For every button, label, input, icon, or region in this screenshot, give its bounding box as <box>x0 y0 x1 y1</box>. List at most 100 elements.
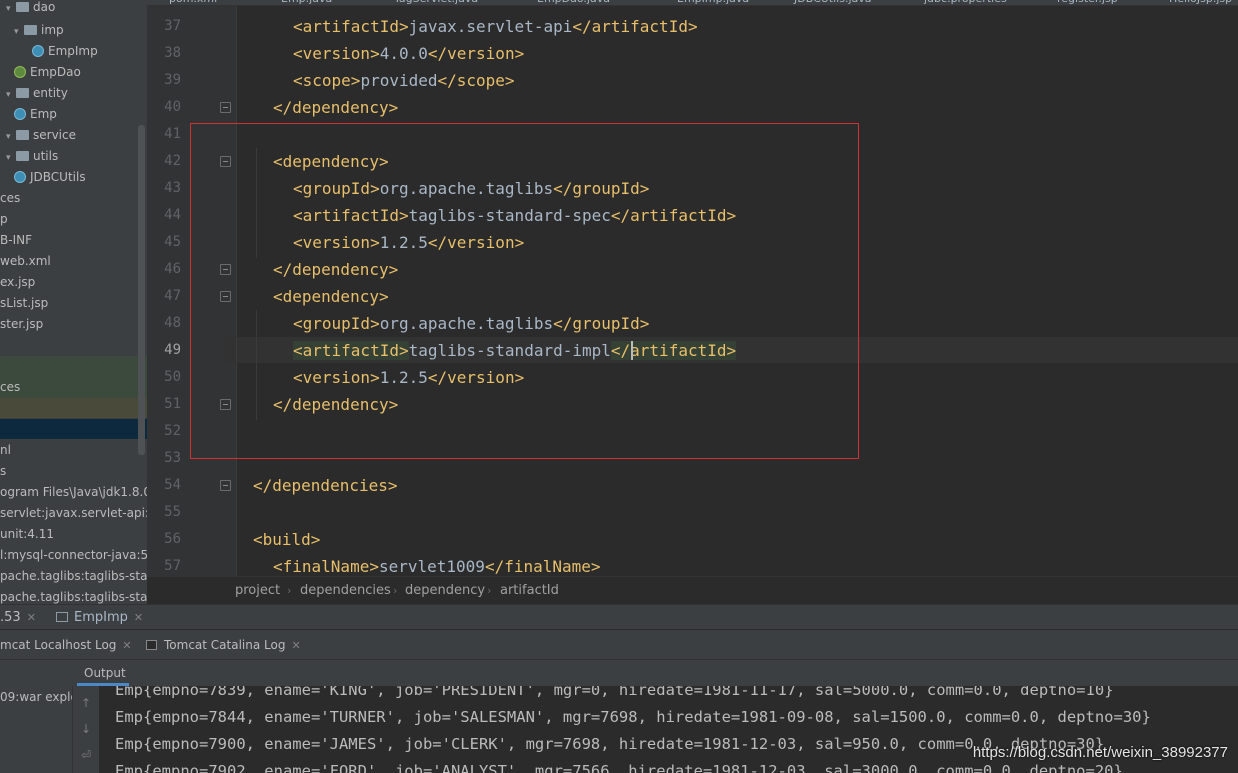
code-line[interactable]: <version>4.0.0</version> <box>293 40 524 67</box>
folder-icon <box>16 88 29 98</box>
tree-item[interactable]: ces <box>0 377 147 398</box>
code-line[interactable]: <build> <box>253 526 320 553</box>
tree-item[interactable]: web.xml <box>0 251 147 272</box>
run-tab-empimp[interactable]: EmpImp ✕ <box>56 605 143 631</box>
tree-item[interactable]: ▾ utils <box>0 146 147 167</box>
tree-item[interactable]: servlet:javax.servlet-api:4 <box>0 503 147 524</box>
xml-tag: </version> <box>427 44 525 63</box>
code-line[interactable]: <artifactId>javax.servlet-api</artifactI… <box>293 13 698 40</box>
crumb-dependencies[interactable]: dependencies <box>300 577 391 605</box>
tree-item[interactable]: p <box>0 209 147 230</box>
tree-item[interactable]: ster.jsp <box>0 314 147 335</box>
close-icon[interactable]: ✕ <box>122 639 131 652</box>
tree-item-label: l:mysql-connector-java:5. <box>0 548 147 562</box>
chevron-down-icon[interactable]: ▾ <box>14 22 22 43</box>
java-class-icon <box>14 171 26 183</box>
line-number: 44 <box>164 207 181 223</box>
close-icon[interactable]: ✕ <box>27 611 36 624</box>
line-number: 46 <box>164 261 181 277</box>
crumb-project[interactable]: project <box>235 577 280 605</box>
tree-item[interactable]: unit:4.11 <box>0 524 147 545</box>
run-tool-tabs[interactable]: .53 ✕ EmpImp ✕ <box>0 604 1238 630</box>
tab-catalina-log[interactable]: Tomcat Catalina Log ✕ <box>146 630 301 661</box>
line-number: 39 <box>164 72 181 88</box>
deployment-panel[interactable]: 09:war explo <box>0 660 78 773</box>
tree-item[interactable]: pache.taglibs:taglibs-star <box>0 587 147 604</box>
tree-item[interactable]: B-INF <box>0 230 147 251</box>
folder-icon <box>24 25 37 35</box>
arrow-up-icon[interactable]: ↑ <box>79 696 93 710</box>
xml-text: servlet1009 <box>378 557 485 576</box>
chevron-down-icon[interactable]: ▾ <box>6 0 14 20</box>
tree-item[interactable]: ▾ service <box>0 125 147 146</box>
tab-localhost-log[interactable]: mcat Localhost Log ✕ <box>0 630 132 661</box>
xml-tag: </scope> <box>437 71 515 90</box>
log-tabs[interactable]: mcat Localhost Log ✕ Tomcat Catalina Log ✕ <box>0 630 1238 660</box>
tree-item[interactable]: l:mysql-connector-java:5. <box>0 545 147 566</box>
tree-item[interactable]: sList.jsp <box>0 293 147 314</box>
breadcrumb[interactable]: project › dependencies › dependency › ar… <box>147 576 1238 604</box>
tree-item[interactable]: EmpImp <box>0 41 147 62</box>
tree-item[interactable]: Emp <box>0 104 147 125</box>
xml-tag: </artifactId> <box>572 17 698 36</box>
tree-item[interactable]: ▾ entity <box>0 83 147 104</box>
tree-item[interactable]: ces <box>0 188 147 209</box>
tree-item[interactable]: ogram Files\Java\jdk1.8.0 <box>0 482 147 503</box>
line-number: 49 <box>164 342 181 358</box>
chevron-down-icon[interactable]: ▾ <box>6 148 14 169</box>
tree-item[interactable]: EmpDao <box>0 62 147 83</box>
line-number: 55 <box>164 504 181 520</box>
tree-item-label: ex.jsp <box>0 275 36 289</box>
line-number: 50 <box>164 369 181 385</box>
project-tree[interactable]: ▾ dao ▾ imp EmpImp EmpDao ▾ entity Emp ▾ service ▾ u… <box>0 0 147 604</box>
line-number: 42 <box>164 153 181 169</box>
chevron-down-icon[interactable]: ▾ <box>6 127 14 148</box>
fold-marker-icon[interactable] <box>220 480 231 491</box>
tree-item[interactable]: pache.taglibs:taglibs-star <box>0 566 147 587</box>
crumb-dependency[interactable]: dependency <box>405 577 485 605</box>
output-tabs[interactable]: Output <box>77 660 1238 686</box>
line-number: 53 <box>164 450 181 466</box>
java-class-icon <box>32 45 44 57</box>
tree-selected-row <box>0 419 147 439</box>
java-interface-icon <box>14 66 26 78</box>
line-number: 45 <box>164 234 181 250</box>
arrow-down-icon[interactable]: ↓ <box>79 722 93 736</box>
fold-marker-icon[interactable] <box>220 102 231 113</box>
deployment-item[interactable]: 09:war explo <box>0 690 78 704</box>
tree-item[interactable]: ex.jsp <box>0 272 147 293</box>
sidebar-scrollbar[interactable] <box>138 125 145 455</box>
xml-tag: <build> <box>253 530 321 549</box>
tree-item[interactable]: s <box>0 461 147 482</box>
tree-item-label: pache.taglibs:taglibs-star <box>0 590 147 604</box>
tree-item-label: service <box>33 128 76 142</box>
line-number: 48 <box>164 315 181 331</box>
console-toolbar[interactable]: ↑ ↓ ⏎ <box>72 686 99 773</box>
tree-item-label: web.xml <box>0 254 51 268</box>
tree-item-label: dao <box>33 0 56 14</box>
xml-text: 4.0.0 <box>379 44 428 63</box>
tree-item-label: p <box>0 212 8 226</box>
close-icon[interactable]: ✕ <box>291 639 300 652</box>
close-icon[interactable]: ✕ <box>134 611 143 624</box>
xml-tag: <scope> <box>293 71 361 90</box>
xml-tag: </dependency> <box>273 98 399 117</box>
tree-item[interactable]: nl <box>0 440 147 461</box>
soft-wrap-icon[interactable]: ⏎ <box>79 748 93 762</box>
crumb-artifactid[interactable]: artifactId <box>500 577 559 605</box>
code-line[interactable]: <scope>provided</scope> <box>293 67 515 94</box>
line-number: 40 <box>164 99 181 115</box>
code-line[interactable]: </dependency> <box>273 94 398 121</box>
tree-item[interactable]: ▾ dao <box>0 0 147 18</box>
run-tab-tomcat[interactable]: .53 ✕ <box>0 605 36 631</box>
xml-text: javax.servlet-api <box>408 17 573 36</box>
chevron-right-icon: › <box>287 584 292 597</box>
chevron-down-icon[interactable]: ▾ <box>6 85 14 106</box>
tree-item[interactable]: ▾ imp <box>0 20 147 41</box>
tree-item-label: s <box>0 464 7 478</box>
chevron-right-icon: › <box>487 584 492 597</box>
tree-item-label: pache.taglibs:taglibs-star <box>0 569 147 583</box>
code-line[interactable]: </dependencies> <box>253 472 398 499</box>
tree-item[interactable]: JDBCUtils <box>0 167 147 188</box>
chevron-right-icon: › <box>393 584 398 597</box>
